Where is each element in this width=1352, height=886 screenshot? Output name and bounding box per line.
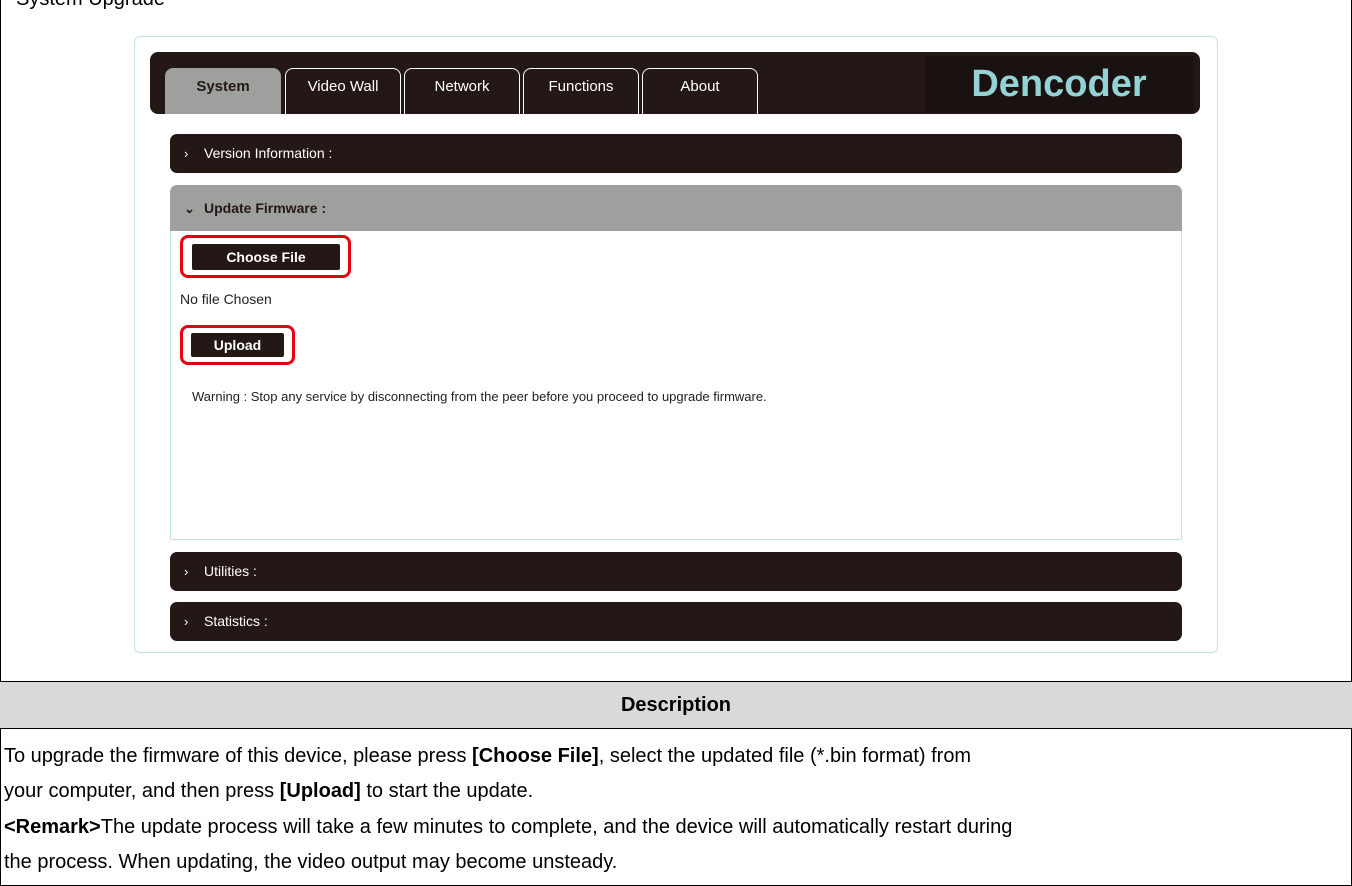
desc-bold: <Remark> — [4, 816, 101, 838]
accordion-label: Version Information : — [204, 145, 333, 161]
tab-system[interactable]: System — [165, 68, 281, 114]
description-line-2: your computer, and then press [Upload] t… — [4, 780, 533, 803]
upload-button[interactable]: Upload — [191, 333, 284, 357]
tab-about[interactable]: About — [642, 68, 758, 114]
description-line-1: To upgrade the firmware of this device, … — [4, 745, 971, 768]
chevron-right-icon: › — [184, 614, 189, 629]
accordion-statistics[interactable]: › Statistics : — [170, 602, 1182, 641]
tab-video-wall[interactable]: Video Wall — [285, 68, 401, 114]
warning-text: Warning : Stop any service by disconnect… — [192, 389, 767, 404]
accordion-label: Statistics : — [204, 613, 268, 629]
desc-bold: [Choose File] — [472, 745, 599, 767]
accordion-utilities[interactable]: › Utilities : — [170, 552, 1182, 591]
description-header: Description — [0, 681, 1352, 729]
accordion-version-information[interactable]: › Version Information : — [170, 134, 1182, 173]
accordion-update-firmware[interactable]: ⌄ Update Firmware : — [170, 185, 1182, 231]
chevron-right-icon: › — [184, 146, 189, 161]
chevron-right-icon: › — [184, 564, 189, 579]
accordion-label: Utilities : — [204, 563, 257, 579]
desc-text: , select the updated file (*.bin format)… — [598, 745, 972, 767]
description-line-3: <Remark>The update process will take a f… — [4, 816, 1012, 839]
accordion-label: Update Firmware : — [204, 200, 327, 216]
file-status-text: No file Chosen — [180, 291, 272, 307]
desc-bold: [Upload] — [279, 780, 361, 802]
chevron-down-icon: ⌄ — [184, 201, 195, 216]
choose-file-button[interactable]: Choose File — [192, 244, 340, 270]
brand-logo: Dencoder — [925, 56, 1193, 112]
tab-functions[interactable]: Functions — [523, 68, 639, 114]
desc-text: To upgrade the firmware of this device, … — [4, 745, 473, 767]
section-heading-partial: System Upgrade — [16, 0, 165, 11]
desc-text: The update process will take a few minut… — [100, 816, 1013, 838]
desc-text: your computer, and then press — [4, 780, 280, 802]
tab-network[interactable]: Network — [404, 68, 520, 114]
description-line-4: the process. When updating, the video ou… — [4, 851, 618, 873]
desc-text: to start the update. — [360, 780, 534, 802]
